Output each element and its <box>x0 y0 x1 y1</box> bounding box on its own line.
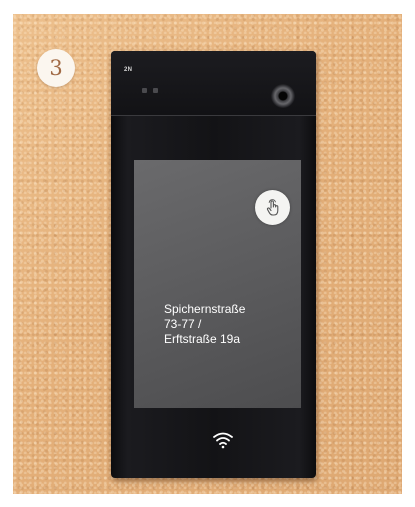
sensor-indicator <box>153 88 158 93</box>
address-label: Spichernstraße 73-77 / Erftstraße 19a <box>164 302 245 347</box>
tap-button[interactable] <box>255 190 290 225</box>
brand-logo: 2N <box>124 67 133 73</box>
touch-screen[interactable]: Spichernstraße 73-77 / Erftstraße 19a <box>134 160 301 408</box>
address-line: Spichernstraße <box>164 302 246 316</box>
address-line: Erftstraße 19a <box>164 332 241 346</box>
hand-tap-icon <box>266 198 278 216</box>
sensor-indicator <box>142 88 147 93</box>
device-header: 2N <box>111 51 316 116</box>
step-badge: 3 <box>37 49 75 87</box>
address-line: 73-77 / <box>164 317 202 331</box>
photo-frame: 3 2N Spichernstraße 73-77 / Erftstraße 1… <box>13 14 402 494</box>
wifi-contactless-icon <box>213 432 233 449</box>
camera-lens <box>271 84 295 108</box>
